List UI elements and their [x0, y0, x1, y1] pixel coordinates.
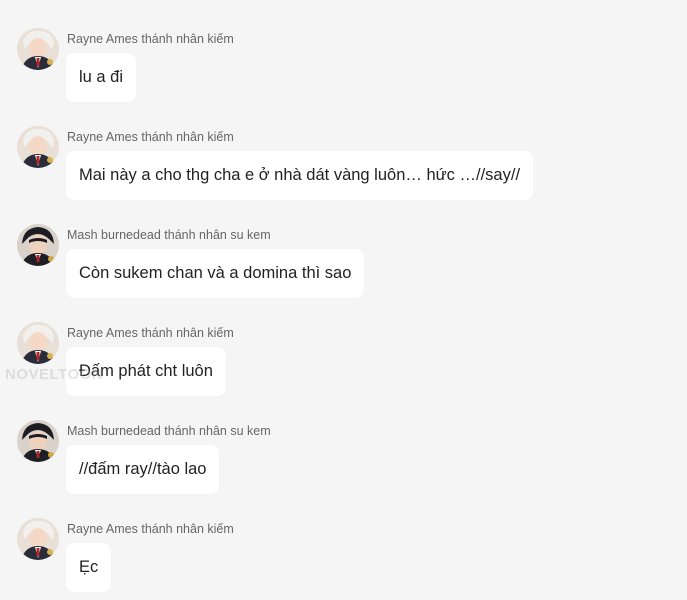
rayne-avatar[interactable]	[17, 126, 59, 168]
mash-avatar[interactable]	[17, 224, 59, 266]
chat-thread: Rayne Ames thánh nhân kiếm lu a đi Rayne…	[0, 0, 687, 600]
sender-name: Rayne Ames thánh nhân kiếm	[67, 32, 234, 46]
sender-name: Mash burnedead thánh nhân su kem	[67, 228, 271, 242]
message-bubble: lu a đi	[66, 53, 137, 102]
message-bubble: Đấm phát cht luôn	[66, 347, 226, 396]
sender-name: Rayne Ames thánh nhân kiếm	[67, 522, 234, 536]
rayne-avatar[interactable]	[17, 322, 59, 364]
rayne-avatar[interactable]	[17, 518, 59, 560]
message-bubble: Mai này a cho thg cha e ở nhà dát vàng l…	[66, 151, 534, 200]
mash-avatar[interactable]	[17, 420, 59, 462]
sender-name: Mash burnedead thánh nhân su kem	[67, 424, 271, 438]
message-bubble: Còn sukem chan và a domina thì sao	[66, 249, 365, 298]
sender-name: Rayne Ames thánh nhân kiếm	[67, 326, 234, 340]
sender-name: Rayne Ames thánh nhân kiếm	[67, 130, 234, 144]
message-bubble: //đấm ray//tào lao	[66, 445, 220, 494]
message-bubble: Ẹc	[66, 543, 112, 592]
rayne-avatar[interactable]	[17, 28, 59, 70]
